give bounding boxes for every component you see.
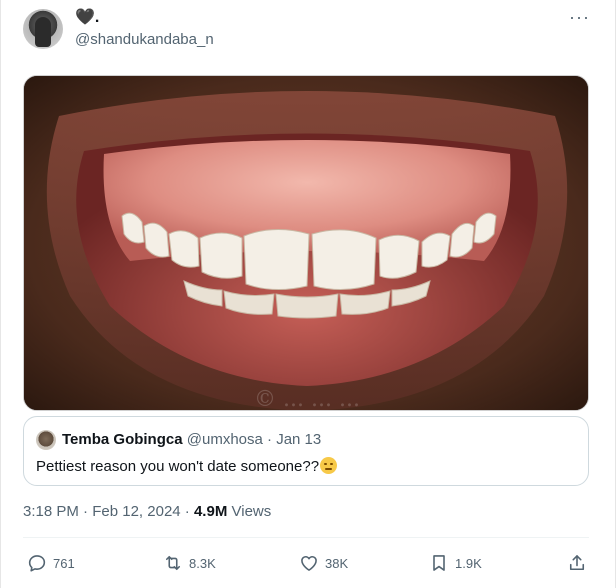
retweet-button[interactable]: 8.3K — [163, 550, 216, 576]
quoted-author-avatar — [36, 430, 56, 450]
like-button[interactable]: 38K — [299, 550, 348, 576]
action-bar: 761 8.3K 38K 1.9K — [23, 550, 589, 576]
tweet-date[interactable]: Feb 12, 2024 — [92, 503, 180, 520]
quoted-separator: · — [267, 431, 273, 448]
tweet-card: 🖤. @shandukandaba_n ··· © ... ... ... Te… — [0, 0, 616, 588]
quoted-display-name: Temba Gobingca — [62, 431, 183, 448]
quoted-text: Pettiest reason you won't date someone?? — [36, 458, 320, 475]
quoted-handle: @umxhosa — [186, 431, 263, 448]
bookmark-button[interactable]: 1.9K — [429, 550, 482, 576]
reply-icon — [28, 555, 46, 572]
retweet-icon — [165, 555, 181, 571]
meta-separator: · — [83, 503, 89, 520]
reply-button[interactable]: 761 — [27, 550, 75, 576]
divider — [23, 537, 589, 538]
quoted-text-line: Pettiest reason you won't date someone?? — [36, 457, 338, 476]
author-display-name[interactable]: 🖤. — [75, 8, 99, 28]
author-avatar[interactable] — [23, 9, 63, 49]
reply-count: 761 — [53, 555, 75, 571]
views-label: Views — [231, 503, 272, 520]
meta-separator: · — [184, 503, 190, 520]
bookmark-icon — [433, 555, 445, 571]
quoted-header: Temba Gobingca @umxhosa · Jan 13 — [62, 431, 321, 449]
more-options-icon[interactable]: ··· — [569, 8, 590, 26]
share-icon — [569, 555, 585, 571]
tweet-meta: 3:18 PM · Feb 12, 2024 · 4.9M Views — [23, 503, 271, 521]
retweet-count: 8.3K — [189, 555, 216, 571]
author-handle[interactable]: @shandukandaba_n — [75, 31, 214, 49]
heart-icon — [301, 555, 317, 571]
tweet-time[interactable]: 3:18 PM — [23, 503, 79, 520]
views-count: 4.9M — [193, 503, 228, 520]
unamused-face-icon — [320, 457, 338, 474]
share-button[interactable] — [567, 550, 587, 576]
quoted-tweet[interactable]: Temba Gobingca @umxhosa · Jan 13 Petties… — [23, 416, 589, 486]
bookmark-count: 1.9K — [455, 555, 482, 571]
quoted-date: Jan 13 — [276, 431, 322, 448]
tweet-image[interactable]: © ... ... ... — [23, 75, 589, 411]
image-watermark: © ... ... ... — [254, 387, 360, 411]
like-count: 38K — [325, 555, 349, 571]
smile-photo: © ... ... ... — [24, 76, 588, 411]
